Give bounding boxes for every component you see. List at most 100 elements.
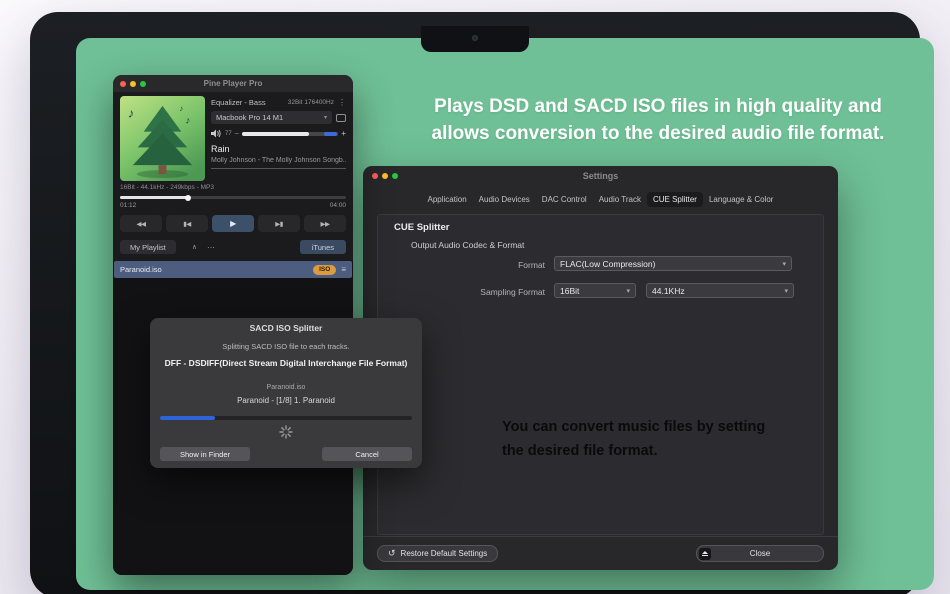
dialog-buttons: Show in Finder Cancel	[160, 447, 412, 461]
player-top-section: ♪ ♪ ♪ Equalizer - Bass 32Bit 176400Hz ⋮ …	[113, 92, 353, 181]
time-row: 01:12 04:00	[113, 202, 353, 209]
bitrate-info: 32Bit 176400Hz	[287, 98, 334, 106]
close-button[interactable]: Close	[696, 545, 824, 562]
settings-tab-language-color[interactable]: Language & Color	[703, 192, 780, 207]
audio-format-info: 16Bit - 44.1kHz - 249kbps - MP3	[120, 184, 214, 191]
rewind-button[interactable]: ◀◀	[120, 215, 162, 232]
player-controls-column: Equalizer - Bass 32Bit 176400Hz ⋮ Macboo…	[211, 96, 346, 181]
sampling-rate-select[interactable]: 44.1KHz ▾	[646, 283, 794, 298]
fast-forward-button[interactable]: ▶▶	[304, 215, 346, 232]
cancel-button[interactable]: Cancel	[322, 447, 412, 461]
format-value: FLAC(Low Compression)	[560, 258, 656, 269]
display-icon[interactable]	[336, 113, 346, 122]
ellipsis-icon[interactable]: ⋯	[207, 243, 215, 252]
settings-window: Settings Application Audio Devices DAC C…	[363, 166, 838, 570]
speaker-icon[interactable]	[211, 129, 222, 138]
format-label: Format	[518, 260, 545, 270]
player-titlebar: Pine Player Pro	[113, 75, 353, 92]
seek-fill	[120, 194, 191, 201]
dialog-message: Splitting SACD ISO file to each tracks.	[222, 342, 350, 351]
next-icon: ▶▮	[275, 220, 283, 228]
chevron-down-icon: ▾	[782, 260, 786, 268]
close-label: Close	[749, 549, 771, 558]
album-art: ♪ ♪ ♪	[120, 96, 205, 181]
section-title: CUE Splitter	[394, 222, 450, 233]
tree-illustration: ♪ ♪ ♪	[120, 96, 205, 181]
settings-tab-cue-splitter[interactable]: CUE Splitter	[646, 192, 703, 207]
laptop-notch	[421, 26, 529, 52]
settings-titlebar: Settings	[363, 166, 838, 185]
chevron-down-icon: ▾	[323, 115, 327, 121]
iso-badge: ISO	[313, 264, 337, 275]
device-row: Macbook Pro 14 M1 ▾	[211, 111, 346, 124]
restore-defaults-button[interactable]: ↺ Restore Default Settings	[377, 545, 499, 562]
output-device-value: Macbook Pro 14 M1	[216, 113, 284, 122]
dialog-track-line: Paranoid - [1/8] 1. Paranoid	[237, 396, 335, 405]
equalizer-row: Equalizer - Bass 32Bit 176400Hz ⋮	[211, 96, 346, 108]
fast-forward-icon: ▶▶	[320, 220, 331, 228]
headline: Plays DSD and SACD ISO files in high qua…	[378, 93, 938, 147]
volume-up-button[interactable]: +	[341, 129, 346, 138]
track-artist: Molly Johnson - The Molly Johnson Songb.…	[211, 157, 346, 164]
previous-track-button[interactable]: ▮◀	[166, 215, 208, 232]
subsection-title: Output Audio Codec & Format	[411, 240, 525, 250]
more-menu-icon[interactable]: ⋮	[338, 98, 346, 107]
split-progress-bar	[160, 416, 412, 420]
sampling-rate-value: 44.1KHz	[652, 285, 685, 296]
volume-down-button[interactable]: –	[235, 130, 239, 137]
settings-tab-audio-devices[interactable]: Audio Devices	[473, 192, 536, 207]
my-playlist-tab[interactable]: My Playlist	[120, 240, 176, 254]
playlist-item[interactable]: Paranoid.iso ISO ≡	[114, 261, 352, 278]
playlist-toolbar: My Playlist ∧ ⋯ iTunes	[113, 240, 353, 254]
restore-label: Restore Default Settings	[400, 549, 488, 558]
collapse-icon[interactable]: ∧	[192, 243, 197, 251]
play-button[interactable]: ▶	[212, 215, 254, 232]
show-in-finder-button[interactable]: Show in Finder	[160, 447, 250, 461]
svg-text:♪: ♪	[128, 106, 134, 121]
note-line2: the desired file format.	[502, 443, 658, 459]
time-total: 04:00	[329, 202, 346, 209]
sacd-splitter-dialog: SACD ISO Splitter Splitting SACD ISO fil…	[150, 318, 422, 468]
settings-tabs: Application Audio Devices DAC Control Au…	[363, 192, 838, 207]
drag-handle-icon[interactable]: ≡	[341, 265, 346, 274]
seek-slider[interactable]	[120, 194, 346, 201]
play-icon: ▶	[230, 219, 236, 228]
seek-section	[113, 194, 353, 201]
volume-handle[interactable]	[324, 131, 338, 136]
spinner-icon	[279, 425, 293, 439]
restore-icon: ↺	[388, 548, 396, 558]
headline-line1: Plays DSD and SACD ISO files in high qua…	[434, 96, 882, 117]
sampling-bit-select[interactable]: 16Bit ▾	[554, 283, 636, 298]
volume-fill	[241, 131, 310, 136]
volume-value: 77	[225, 130, 232, 137]
dialog-title: SACD ISO Splitter	[249, 323, 323, 333]
seek-handle[interactable]	[184, 194, 191, 201]
chevron-down-icon: ▾	[784, 287, 788, 295]
format-select[interactable]: FLAC(Low Compression) ▾	[554, 256, 792, 271]
track-title: Rain	[211, 144, 230, 154]
equalizer-selector[interactable]: Equalizer - Bass	[211, 98, 266, 107]
svg-text:♪: ♪	[179, 104, 183, 113]
settings-tab-application[interactable]: Application	[422, 192, 473, 207]
split-progress-fill	[160, 416, 216, 420]
time-elapsed: 01:12	[120, 202, 137, 209]
output-device-select[interactable]: Macbook Pro 14 M1 ▾	[211, 111, 332, 124]
chevron-down-icon: ▾	[626, 287, 630, 295]
playlist-item-name: Paranoid.iso	[120, 265, 162, 274]
dialog-file-name: Paranoid.iso	[266, 384, 306, 391]
settings-window-title: Settings	[582, 170, 619, 181]
stage: Plays DSD and SACD ISO files in high qua…	[0, 0, 950, 594]
volume-row: 77 – +	[211, 129, 346, 138]
rewind-icon: ◀◀	[136, 220, 147, 228]
next-track-button[interactable]: ▶▮	[258, 215, 300, 232]
window-title: Pine Player Pro	[203, 79, 263, 88]
itunes-button[interactable]: iTunes	[299, 240, 346, 254]
svg-text:♪: ♪	[185, 116, 190, 127]
settings-footer: ↺ Restore Default Settings Close	[363, 536, 838, 570]
dialog-format-line: DFF - DSDIFF(Direct Stream Digital Inter…	[164, 358, 408, 368]
volume-slider[interactable]	[241, 131, 339, 136]
note-line1: You can convert music files by setting	[502, 419, 766, 435]
settings-tab-audio-track[interactable]: Audio Track	[593, 192, 647, 207]
settings-tab-dac-control[interactable]: DAC Control	[536, 192, 593, 207]
cue-splitter-panel: CUE Splitter Output Audio Codec & Format…	[377, 214, 824, 535]
